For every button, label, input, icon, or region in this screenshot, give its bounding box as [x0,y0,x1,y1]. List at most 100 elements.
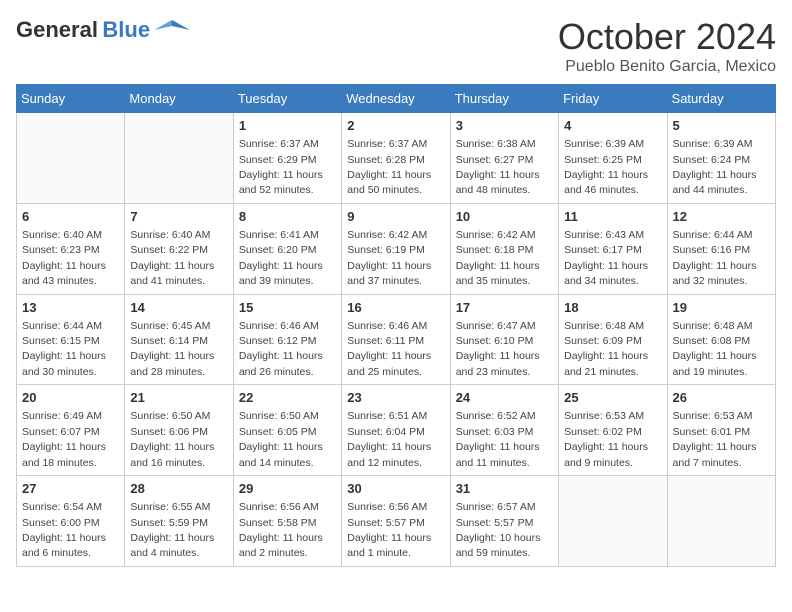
day-header-monday: Monday [125,85,233,113]
logo-bird-icon [154,16,190,44]
calendar-cell [17,113,125,204]
cell-info: Sunrise: 6:39 AM Sunset: 6:25 PM Dayligh… [564,138,651,196]
day-number: 5 [673,117,770,135]
day-number: 15 [239,299,336,317]
calendar-cell: 10 Sunrise: 6:42 AM Sunset: 6:18 PM Dayli… [450,203,558,294]
calendar-cell: 21 Sunrise: 6:50 AM Sunset: 6:06 PM Dayli… [125,385,233,476]
day-header-tuesday: Tuesday [233,85,341,113]
calendar-cell: 24Sunrise: 6:52 AM Sunset: 6:03 PM Dayli… [450,385,558,476]
day-number: 30 [347,480,444,498]
day-number: 16 [347,299,444,317]
cell-info: Sunrise: 6:53 AM Sunset: 6:02 PM Dayligh… [564,410,651,468]
calendar-cell: 23Sunrise: 6:51 AM Sunset: 6:04 PM Dayli… [342,385,450,476]
day-number: 14 [130,299,227,317]
day-number: 20 [22,389,119,407]
day-header-friday: Friday [559,85,667,113]
day-number: 13 [22,299,119,317]
calendar-cell: 17 Sunrise: 6:47 AM Sunset: 6:10 PM Dayli… [450,294,558,385]
calendar-table: SundayMondayTuesdayWednesdayThursdayFrid… [16,84,776,567]
calendar-cell: 27 Sunrise: 6:54 AM Sunset: 6:00 PM Dayli… [17,476,125,567]
cell-info: Sunrise: 6:40 AM Sunset: 6:22 PM Dayligh… [130,229,217,287]
cell-info: Sunrise: 6:55 AM Sunset: 5:59 PM Dayligh… [130,501,217,559]
calendar-cell: 1Sunrise: 6:37 AM Sunset: 6:29 PM Daylig… [233,113,341,204]
calendar-cell: 30 Sunrise: 6:56 AM Sunset: 5:57 PM Dayli… [342,476,450,567]
day-header-thursday: Thursday [450,85,558,113]
calendar-cell: 7 Sunrise: 6:40 AM Sunset: 6:22 PM Daylig… [125,203,233,294]
calendar-header-row: SundayMondayTuesdayWednesdayThursdayFrid… [17,85,776,113]
day-number: 28 [130,480,227,498]
calendar-cell [559,476,667,567]
cell-info: Sunrise: 6:48 AM Sunset: 6:09 PM Dayligh… [564,320,651,378]
day-number: 11 [564,208,661,226]
cell-info: Sunrise: 6:44 AM Sunset: 6:15 PM Dayligh… [22,320,109,378]
calendar-week-2: 6 Sunrise: 6:40 AM Sunset: 6:23 PM Daylig… [17,203,776,294]
calendar-cell: 14 Sunrise: 6:45 AM Sunset: 6:14 PM Dayli… [125,294,233,385]
day-header-saturday: Saturday [667,85,775,113]
cell-info: Sunrise: 6:40 AM Sunset: 6:23 PM Dayligh… [22,229,109,287]
day-number: 25 [564,389,661,407]
day-number: 9 [347,208,444,226]
day-number: 12 [673,208,770,226]
cell-info: Sunrise: 6:50 AM Sunset: 6:06 PM Dayligh… [130,410,217,468]
day-number: 7 [130,208,227,226]
calendar-week-4: 20Sunrise: 6:49 AM Sunset: 6:07 PM Dayli… [17,385,776,476]
logo: General Blue [16,16,190,44]
calendar-cell: 8 Sunrise: 6:41 AM Sunset: 6:20 PM Daylig… [233,203,341,294]
cell-info: Sunrise: 6:50 AM Sunset: 6:05 PM Dayligh… [239,410,326,468]
cell-info: Sunrise: 6:51 AM Sunset: 6:04 PM Dayligh… [347,410,434,468]
calendar-cell: 3Sunrise: 6:38 AM Sunset: 6:27 PM Daylig… [450,113,558,204]
cell-info: Sunrise: 6:48 AM Sunset: 6:08 PM Dayligh… [673,320,760,378]
cell-info: Sunrise: 6:41 AM Sunset: 6:20 PM Dayligh… [239,229,326,287]
day-number: 4 [564,117,661,135]
day-number: 8 [239,208,336,226]
cell-info: Sunrise: 6:46 AM Sunset: 6:12 PM Dayligh… [239,320,326,378]
calendar-cell: 16 Sunrise: 6:46 AM Sunset: 6:11 PM Dayli… [342,294,450,385]
cell-info: Sunrise: 6:37 AM Sunset: 6:28 PM Dayligh… [347,138,434,196]
day-number: 26 [673,389,770,407]
calendar-cell: 25 Sunrise: 6:53 AM Sunset: 6:02 PM Dayli… [559,385,667,476]
logo-blue: Blue [102,17,150,42]
cell-info: Sunrise: 6:56 AM Sunset: 5:57 PM Dayligh… [347,501,434,559]
calendar-cell: 12Sunrise: 6:44 AM Sunset: 6:16 PM Dayli… [667,203,775,294]
day-number: 22 [239,389,336,407]
location: Pueblo Benito Garcia, Mexico [558,58,776,76]
day-number: 17 [456,299,553,317]
day-number: 10 [456,208,553,226]
calendar-cell [667,476,775,567]
calendar-week-3: 13 Sunrise: 6:44 AM Sunset: 6:15 PM Dayli… [17,294,776,385]
day-number: 29 [239,480,336,498]
day-number: 6 [22,208,119,226]
day-header-wednesday: Wednesday [342,85,450,113]
calendar-cell: 19Sunrise: 6:48 AM Sunset: 6:08 PM Dayli… [667,294,775,385]
calendar-week-1: 1Sunrise: 6:37 AM Sunset: 6:29 PM Daylig… [17,113,776,204]
calendar-cell: 20Sunrise: 6:49 AM Sunset: 6:07 PM Dayli… [17,385,125,476]
month-title: October 2024 [558,16,776,58]
cell-info: Sunrise: 6:57 AM Sunset: 5:57 PM Dayligh… [456,501,544,559]
title-block: October 2024 Pueblo Benito Garcia, Mexic… [558,16,776,76]
day-number: 21 [130,389,227,407]
calendar-cell [125,113,233,204]
cell-info: Sunrise: 6:46 AM Sunset: 6:11 PM Dayligh… [347,320,434,378]
calendar-week-5: 27 Sunrise: 6:54 AM Sunset: 6:00 PM Dayli… [17,476,776,567]
calendar-cell: 11Sunrise: 6:43 AM Sunset: 6:17 PM Dayli… [559,203,667,294]
cell-info: Sunrise: 6:54 AM Sunset: 6:00 PM Dayligh… [22,501,109,559]
cell-info: Sunrise: 6:45 AM Sunset: 6:14 PM Dayligh… [130,320,217,378]
calendar-cell: 22 Sunrise: 6:50 AM Sunset: 6:05 PM Dayli… [233,385,341,476]
day-number: 2 [347,117,444,135]
cell-info: Sunrise: 6:56 AM Sunset: 5:58 PM Dayligh… [239,501,326,559]
cell-info: Sunrise: 6:37 AM Sunset: 6:29 PM Dayligh… [239,138,326,196]
logo-text: General Blue [16,17,150,43]
calendar-cell: 18Sunrise: 6:48 AM Sunset: 6:09 PM Dayli… [559,294,667,385]
calendar-cell: 15 Sunrise: 6:46 AM Sunset: 6:12 PM Dayli… [233,294,341,385]
cell-info: Sunrise: 6:42 AM Sunset: 6:18 PM Dayligh… [456,229,543,287]
calendar-cell: 5 Sunrise: 6:39 AM Sunset: 6:24 PM Daylig… [667,113,775,204]
calendar-cell: 13 Sunrise: 6:44 AM Sunset: 6:15 PM Dayli… [17,294,125,385]
calendar-cell: 4 Sunrise: 6:39 AM Sunset: 6:25 PM Daylig… [559,113,667,204]
cell-info: Sunrise: 6:39 AM Sunset: 6:24 PM Dayligh… [673,138,760,196]
cell-info: Sunrise: 6:47 AM Sunset: 6:10 PM Dayligh… [456,320,543,378]
cell-info: Sunrise: 6:42 AM Sunset: 6:19 PM Dayligh… [347,229,434,287]
calendar-cell: 2 Sunrise: 6:37 AM Sunset: 6:28 PM Daylig… [342,113,450,204]
day-number: 27 [22,480,119,498]
cell-info: Sunrise: 6:52 AM Sunset: 6:03 PM Dayligh… [456,410,543,468]
logo-general: General [16,17,98,42]
